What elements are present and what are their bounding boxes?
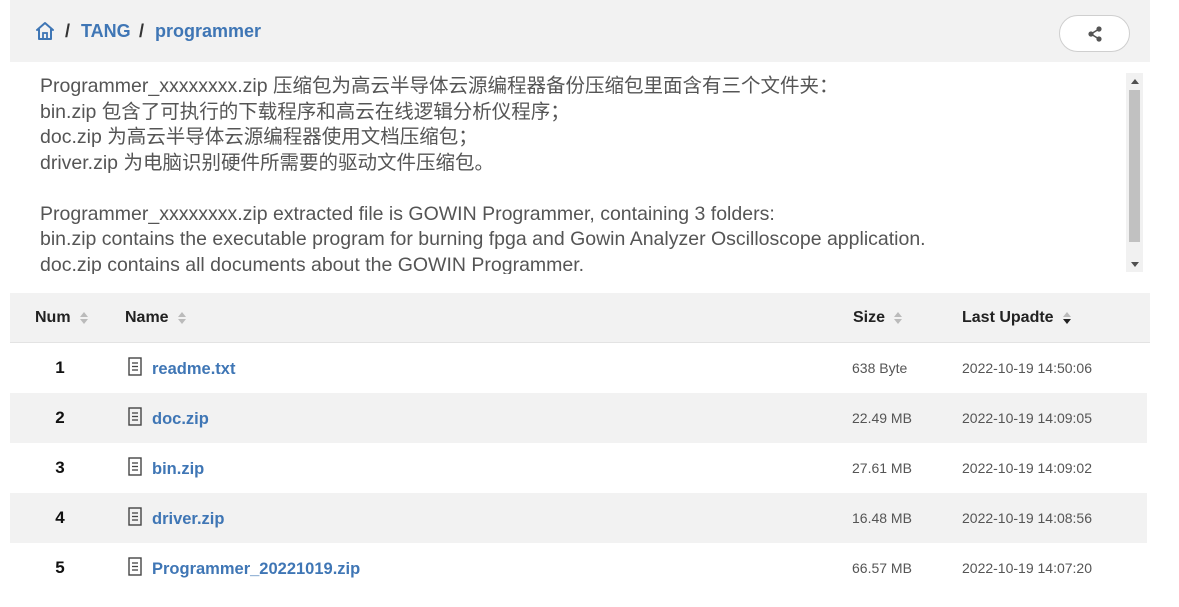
caret-up-icon	[1130, 78, 1139, 84]
description-scrollbar[interactable]	[1126, 73, 1143, 272]
column-header-name-label: Name	[125, 309, 169, 326]
file-link[interactable]: doc.zip	[152, 410, 209, 429]
row-num: 3	[55, 458, 65, 477]
file-size: 27.61 MB	[852, 460, 912, 476]
file-size: 66.57 MB	[852, 560, 912, 576]
row-num: 5	[55, 558, 65, 577]
table-row: 5 Programmer_20221019.zip 66.57 MB 2022-…	[10, 543, 1147, 593]
column-header-name[interactable]: Name	[125, 309, 187, 327]
file-link[interactable]: driver.zip	[152, 510, 224, 529]
breadcrumb-separator: /	[139, 21, 145, 41]
file-date: 2022-10-19 14:07:20	[962, 560, 1092, 576]
scroll-thumb[interactable]	[1129, 90, 1140, 242]
breadcrumb-item-programmer[interactable]: programmer	[155, 21, 261, 42]
file-icon	[128, 507, 142, 526]
sort-descending-icon	[1062, 312, 1071, 324]
file-size: 638 Byte	[852, 360, 908, 376]
sort-icon	[79, 312, 88, 324]
column-header-num-label: Num	[35, 309, 71, 326]
file-date: 2022-10-19 14:09:05	[962, 410, 1092, 426]
scroll-down-arrow[interactable]	[1126, 256, 1143, 272]
row-num: 1	[55, 358, 65, 377]
home-icon[interactable]	[34, 20, 56, 42]
file-link[interactable]: Programmer_20221019.zip	[152, 560, 360, 579]
column-header-size-label: Size	[853, 309, 886, 326]
file-date: 2022-10-19 14:50:06	[962, 360, 1092, 376]
description-text: Programmer_xxxxxxxx.zip 压缩包为高云半导体云源编程器备份…	[40, 75, 926, 274]
description-box: Programmer_xxxxxxxx.zip 压缩包为高云半导体云源编程器备份…	[10, 62, 1150, 274]
table-row: 4 driver.zip 16.48 MB 2022-10-19 14:08:5…	[10, 493, 1147, 543]
caret-down-icon	[1130, 261, 1139, 267]
scroll-up-arrow[interactable]	[1126, 73, 1143, 89]
column-header-last-update[interactable]: Last Upadte	[962, 309, 1072, 327]
file-size: 16.48 MB	[852, 510, 912, 526]
column-header-last-update-label: Last Upadte	[962, 309, 1054, 326]
table-header: Num Name Size Last Upadte	[10, 293, 1150, 343]
breadcrumb-separator: /	[65, 21, 71, 41]
breadcrumb: / TANG / programmer	[10, 0, 1150, 62]
row-num: 4	[55, 508, 65, 527]
share-button[interactable]	[1059, 15, 1130, 52]
file-icon	[128, 457, 142, 476]
share-icon	[1087, 25, 1102, 42]
file-icon	[128, 407, 142, 426]
breadcrumb-item-tang[interactable]: TANG	[81, 21, 131, 42]
column-header-num[interactable]: Num	[35, 309, 89, 327]
column-header-size[interactable]: Size	[853, 309, 903, 327]
sort-icon	[894, 312, 903, 324]
sort-icon	[177, 312, 186, 324]
file-icon	[128, 357, 142, 376]
file-icon	[128, 557, 142, 576]
file-date: 2022-10-19 14:09:02	[962, 460, 1092, 476]
file-link[interactable]: readme.txt	[152, 360, 235, 379]
table-row: 3 bin.zip 27.61 MB 2022-10-19 14:09:02	[10, 443, 1147, 493]
file-link[interactable]: bin.zip	[152, 460, 204, 479]
row-num: 2	[55, 408, 65, 427]
file-size: 22.49 MB	[852, 410, 912, 426]
file-date: 2022-10-19 14:08:56	[962, 510, 1092, 526]
table-row: 2 doc.zip 22.49 MB 2022-10-19 14:09:05	[10, 393, 1147, 443]
table-row: 1 readme.txt 638 Byte 2022-10-19 14:50:0…	[10, 343, 1147, 393]
